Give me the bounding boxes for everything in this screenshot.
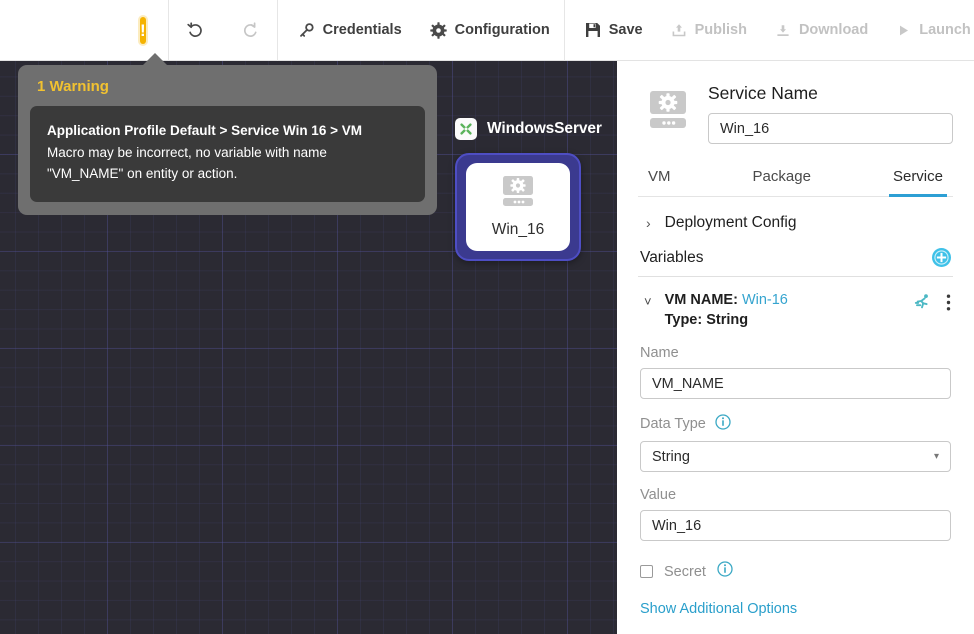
undo-arrow-icon[interactable] [169, 0, 223, 61]
service-name-block: Service Name Win_16 [708, 83, 953, 144]
download-icon [775, 22, 791, 38]
service-node-label: Win_16 [492, 221, 545, 239]
download-label: Download [799, 22, 868, 38]
redo-arrow-icon[interactable] [223, 0, 277, 61]
windows-server-badge-icon [455, 118, 477, 140]
name-field: Name VM_NAME [638, 330, 953, 399]
secret-row: Secret [638, 541, 953, 582]
save-label: Save [609, 22, 643, 38]
additional-options-row: Show Additional Options [638, 582, 953, 618]
variable-actions [913, 290, 951, 312]
deployment-config-label: Deployment Config [665, 214, 797, 232]
tooltip-message-line-1: Application Profile Default > Service Wi… [47, 120, 408, 142]
top-toolbar: ! [0, 0, 974, 61]
credentials-label: Credentials [323, 22, 402, 38]
tooltip-message-line-2: Macro may be incorrect, no variable with… [47, 142, 408, 164]
save-button[interactable]: Save [565, 0, 657, 61]
download-button[interactable]: Download [761, 0, 882, 61]
add-circle-plus-icon[interactable] [932, 248, 951, 267]
configuration-label: Configuration [455, 22, 550, 38]
show-additional-options-link[interactable]: Show Additional Options [640, 601, 797, 617]
data-type-label-text: Data Type [640, 416, 706, 432]
service-node-selected[interactable]: Win_16 [455, 153, 581, 261]
deployment-config-row[interactable]: › Deployment Config [638, 197, 953, 232]
node-group-windowsserver: WindowsServer [455, 118, 602, 261]
service-gear-server-icon [644, 83, 692, 137]
service-node-card[interactable]: Win_16 [466, 163, 570, 251]
variable-key-label: VM NAME: [665, 292, 738, 308]
tab-package[interactable]: Package [749, 168, 815, 197]
variable-key-value: Win-16 [742, 292, 788, 308]
panel-content: Service Name Win_16 VM Package Service ›… [617, 61, 974, 618]
toolbar-actions-group: Save Publish Download [565, 0, 974, 61]
variable-row: ˅ VM NAME: Win-16 Type: String [638, 277, 953, 330]
node-group-title: WindowsServer [487, 120, 602, 138]
chevron-down-icon: ▾ [934, 451, 939, 462]
kebab-menu-icon[interactable] [946, 293, 951, 312]
data-type-field-label: Data Type [640, 414, 951, 434]
value-field: Value Win_16 [638, 472, 953, 541]
running-person-icon[interactable] [913, 292, 933, 312]
service-name-label: Service Name [708, 83, 953, 104]
service-header: Service Name Win_16 [638, 61, 953, 144]
launch-button[interactable]: Launch [882, 0, 974, 61]
key-icon [298, 22, 315, 39]
credentials-button[interactable]: Credentials [278, 0, 416, 61]
toolbar-left-spacer [0, 0, 140, 61]
tab-service[interactable]: Service [889, 168, 947, 197]
warning-exclamation-icon[interactable]: ! [140, 17, 146, 44]
service-gear-server-icon [498, 175, 538, 214]
tooltip-message-line-3: "VM_NAME" on entity or action. [47, 163, 408, 185]
variable-name-line: VM NAME: Win-16 [665, 290, 900, 310]
value-field-label: Value [640, 487, 951, 503]
toolbar-settings-group: Credentials [278, 0, 564, 61]
secret-label: Secret [664, 564, 706, 580]
launch-label: Launch [919, 22, 971, 38]
variables-section-header: Variables [638, 232, 953, 277]
upload-icon [671, 22, 687, 38]
name-input[interactable]: VM_NAME [640, 368, 951, 399]
secret-checkbox[interactable] [640, 565, 653, 578]
info-circle-icon[interactable] [715, 414, 731, 434]
tooltip-panel: 1 Warning Application Profile Default > … [18, 65, 437, 215]
application-root: ! [0, 0, 974, 634]
gear-icon [430, 22, 447, 39]
data-type-select[interactable]: String ▾ [640, 441, 951, 472]
publish-label: Publish [695, 22, 747, 38]
chevron-right-icon: › [646, 216, 651, 230]
info-circle-icon[interactable] [717, 561, 733, 582]
chevron-down-icon[interactable]: ˅ [644, 290, 652, 309]
tab-vm[interactable]: VM [644, 168, 675, 197]
variable-type-line: Type: String [665, 310, 900, 330]
play-triangle-icon [896, 23, 911, 38]
variables-title: Variables [640, 249, 703, 267]
publish-button[interactable]: Publish [657, 0, 761, 61]
tooltip-message-box: Application Profile Default > Service Wi… [30, 106, 425, 202]
panel-tabs: VM Package Service [638, 168, 953, 197]
warning-exclamation-glyph: ! [140, 22, 146, 39]
toolbar-history-group [169, 0, 277, 61]
floppy-disk-icon [585, 22, 601, 38]
node-group-header: WindowsServer [455, 118, 602, 140]
tooltip-title: 1 Warning [30, 76, 425, 106]
service-name-input[interactable]: Win_16 [708, 113, 953, 144]
name-field-label: Name [640, 345, 951, 361]
configuration-button[interactable]: Configuration [416, 0, 564, 61]
value-input[interactable]: Win_16 [640, 510, 951, 541]
service-details-panel: Service Name Win_16 VM Package Service ›… [617, 61, 974, 634]
data-type-field: Data Type String ▾ [638, 399, 953, 472]
variable-summary: VM NAME: Win-16 Type: String [665, 290, 900, 330]
data-type-selected-value: String [652, 449, 690, 465]
